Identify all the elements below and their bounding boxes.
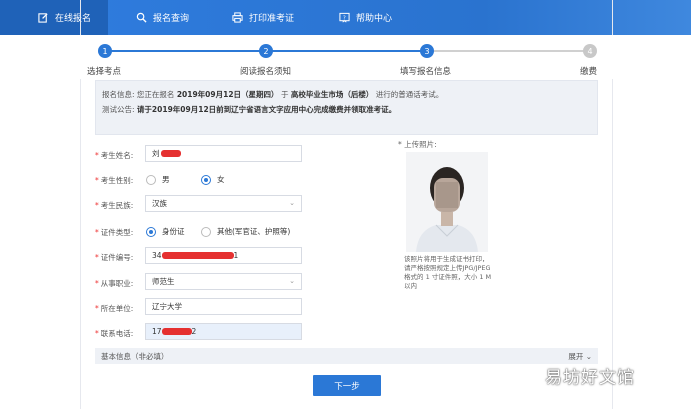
step-4-label: 缴费 bbox=[580, 67, 598, 77]
gender-female-radio[interactable]: 女 bbox=[201, 174, 225, 185]
nav-label: 打印准考证 bbox=[249, 14, 295, 24]
notice-registration-info: 报名信息: 您正在报名 2019年09月12日（星期四） 于 高校毕业生市场（后… bbox=[102, 90, 444, 99]
step-1-label: 选择考点 bbox=[87, 67, 122, 77]
id-type-other-radio[interactable]: 其他(军官证、护照等) bbox=[201, 226, 290, 237]
employer-field[interactable]: 辽宁大学 bbox=[145, 298, 302, 315]
expand-toggle[interactable]: 展开 ⌄ bbox=[568, 351, 592, 362]
radio-off-icon bbox=[146, 174, 156, 185]
help-icon: ? bbox=[339, 12, 350, 23]
radio-off-icon bbox=[201, 226, 211, 237]
step-3-label: 填写报名信息 bbox=[400, 67, 452, 77]
svg-text:?: ? bbox=[343, 15, 346, 21]
name-field[interactable]: 刘 bbox=[145, 145, 302, 162]
nav-label: 帮助中心 bbox=[356, 14, 393, 24]
step-2-circle: 2 bbox=[259, 44, 273, 58]
nav-registration-query[interactable]: 报名查询 bbox=[136, 0, 189, 35]
gender-male-radio[interactable]: 男 bbox=[146, 174, 170, 185]
printer-icon bbox=[232, 12, 243, 23]
id-number-label: * 证件编号: bbox=[95, 253, 134, 262]
phone-field[interactable]: 17 2 bbox=[145, 323, 302, 340]
nav-help-center[interactable]: ? 帮助中心 bbox=[339, 0, 392, 35]
nav-label: 报名查询 bbox=[153, 14, 190, 24]
radio-on-icon bbox=[146, 226, 156, 237]
ethnicity-select[interactable]: 汉族 ⌄ bbox=[145, 195, 302, 212]
step-progress: 1 2 3 4 选择考点 阅读报名须知 填写报名信息 缴费 bbox=[0, 35, 691, 79]
nav-print-admission-ticket[interactable]: 打印准考证 bbox=[232, 0, 294, 35]
progress-line-todo bbox=[427, 50, 590, 52]
photo-upload-label: * 上传照片: bbox=[398, 140, 437, 149]
photo-requirements-note: 该照片将用于生成证书打印，请严格按照规定上传JPG/JPEG格式的 1 寸证件照… bbox=[404, 255, 492, 290]
notice-test-announcement: 测试公告: 请于2019年09月12日前到辽宁省语言文字应用中心完成缴费并领取准… bbox=[102, 105, 397, 114]
radio-on-icon bbox=[201, 174, 211, 185]
gender-label: * 考生性别: bbox=[95, 176, 134, 185]
step-4-circle: 4 bbox=[583, 44, 597, 58]
step-3-circle: 3 bbox=[420, 44, 434, 58]
watermark-text: 易坊好文馆 bbox=[545, 368, 635, 388]
id-photo[interactable] bbox=[406, 152, 488, 252]
id-type-idcard-radio[interactable]: 身份证 bbox=[146, 226, 185, 237]
search-icon bbox=[136, 12, 147, 23]
id-number-field[interactable]: 34 1 bbox=[145, 247, 302, 264]
redaction-mark bbox=[161, 328, 192, 335]
chevron-down-icon: ⌄ bbox=[289, 277, 295, 285]
step-2-label: 阅读报名须知 bbox=[240, 67, 292, 77]
nav-online-registration[interactable]: 在线报名 bbox=[0, 0, 108, 35]
step-1-circle: 1 bbox=[98, 44, 112, 58]
occupation-label: * 从事职业: bbox=[95, 279, 134, 288]
ethnicity-label: * 考生民族: bbox=[95, 201, 134, 210]
basic-info-label: 基本信息（非必填） bbox=[101, 351, 169, 361]
id-type-label: * 证件类型: bbox=[95, 228, 134, 237]
occupation-select[interactable]: 师范生 ⌄ bbox=[145, 273, 302, 290]
person-portrait-icon bbox=[406, 152, 488, 252]
nav-label: 在线报名 bbox=[55, 14, 92, 24]
redaction-mark bbox=[160, 150, 181, 157]
name-label: * 考生姓名: bbox=[95, 151, 134, 160]
top-navbar: 在线报名 报名查询 打印准考证 ? 帮助中心 bbox=[0, 0, 691, 35]
employer-label: * 所在单位: bbox=[95, 304, 134, 313]
registration-notice: 报名信息: 您正在报名 2019年09月12日（星期四） 于 高校毕业生市场（后… bbox=[95, 80, 598, 135]
next-step-button[interactable]: 下一步 bbox=[313, 375, 381, 396]
phone-label: * 联系电话: bbox=[95, 329, 134, 338]
edit-icon bbox=[38, 12, 49, 23]
basic-info-collapse[interactable]: 基本信息（非必填） 展开 ⌄ bbox=[95, 348, 598, 364]
chevron-down-icon: ⌄ bbox=[289, 199, 295, 207]
redaction-mark bbox=[161, 252, 234, 259]
